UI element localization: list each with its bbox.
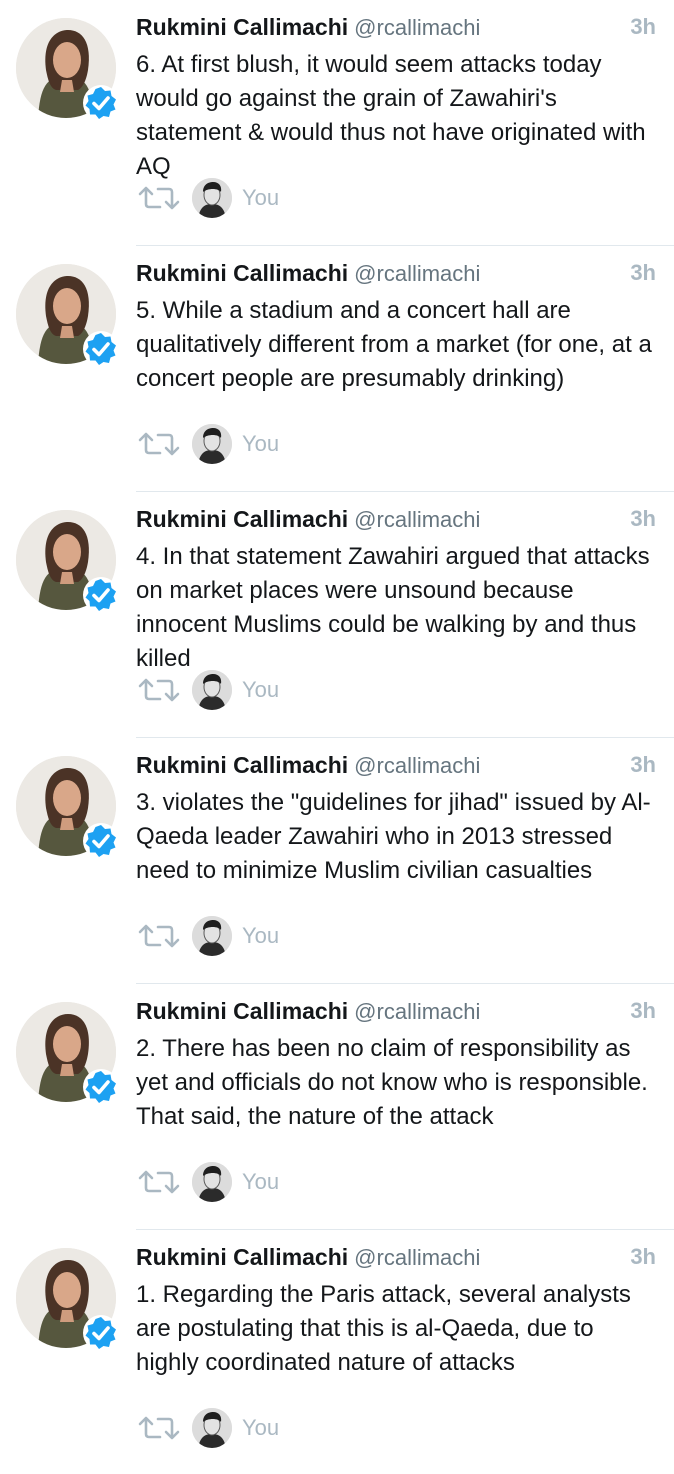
verified-badge-icon	[82, 1314, 120, 1352]
tweet-timestamp[interactable]: 3h	[630, 1244, 656, 1270]
author-handle[interactable]: @rcallimachi	[354, 753, 480, 778]
tweet-text: 5. While a stadium and a concert hall ar…	[136, 297, 652, 392]
tweet-header: Rukmini Callimachi @rcallimachi 3h	[136, 1244, 658, 1278]
tweet[interactable]: Rukmini Callimachi @rcallimachi 3h 3. vio…	[0, 738, 674, 984]
author-name[interactable]: Rukmini Callimachi	[136, 260, 348, 286]
tweet-actions: You	[136, 178, 436, 218]
author-handle[interactable]: @rcallimachi	[354, 999, 480, 1024]
tweet-actions: You	[136, 1408, 436, 1448]
tweet-timestamp[interactable]: 3h	[630, 998, 656, 1024]
author-handle[interactable]: @rcallimachi	[354, 507, 480, 532]
liker-avatar[interactable]	[192, 178, 232, 218]
tweet-timestamp[interactable]: 3h	[630, 752, 656, 778]
tweet-text: 6. At first blush, it would seem attacks…	[136, 51, 646, 180]
author-handle[interactable]: @rcallimachi	[354, 1245, 480, 1270]
verified-badge-icon	[82, 576, 120, 614]
liked-by-label[interactable]: You	[242, 923, 279, 949]
retweet-icon[interactable]	[136, 430, 182, 458]
tweet-text: 2. There has been no claim of responsibi…	[136, 1035, 648, 1130]
liked-by-label[interactable]: You	[242, 1415, 279, 1441]
tweet-header: Rukmini Callimachi @rcallimachi 3h	[136, 506, 658, 540]
tweet[interactable]: Rukmini Callimachi @rcallimachi 3h 4. In …	[0, 492, 674, 738]
verified-badge-icon	[82, 84, 120, 122]
author-name[interactable]: Rukmini Callimachi	[136, 14, 348, 40]
tweet-text: 3. violates the "guidelines for jihad" i…	[136, 789, 651, 884]
tweet-actions: You	[136, 1162, 436, 1202]
tweet[interactable]: Rukmini Callimachi @rcallimachi 3h 2. The…	[0, 984, 674, 1230]
liker-avatar[interactable]	[192, 424, 232, 464]
tweet-header: Rukmini Callimachi @rcallimachi 3h	[136, 998, 658, 1032]
verified-badge-icon	[82, 1068, 120, 1106]
author-handle[interactable]: @rcallimachi	[354, 261, 480, 286]
verified-badge-icon	[82, 330, 120, 368]
liked-by-label[interactable]: You	[242, 185, 279, 211]
retweet-icon[interactable]	[136, 676, 182, 704]
tweet-timestamp[interactable]: 3h	[630, 506, 656, 532]
liker-avatar[interactable]	[192, 1162, 232, 1202]
liker-avatar[interactable]	[192, 670, 232, 710]
verified-badge-icon	[82, 822, 120, 860]
author-name[interactable]: Rukmini Callimachi	[136, 998, 348, 1024]
tweet[interactable]: Rukmini Callimachi @rcallimachi 3h 1. Reg…	[0, 1230, 674, 1474]
tweet-timeline: Rukmini Callimachi @rcallimachi 3h 6. At …	[0, 0, 674, 1474]
tweet-header: Rukmini Callimachi @rcallimachi 3h	[136, 14, 658, 48]
tweet-header: Rukmini Callimachi @rcallimachi 3h	[136, 260, 658, 294]
tweet-timestamp[interactable]: 3h	[630, 260, 656, 286]
tweet-header: Rukmini Callimachi @rcallimachi 3h	[136, 752, 658, 786]
tweet-text: 1. Regarding the Paris attack, several a…	[136, 1281, 631, 1376]
liker-avatar[interactable]	[192, 1408, 232, 1448]
author-handle[interactable]: @rcallimachi	[354, 15, 480, 40]
tweet-actions: You	[136, 916, 436, 956]
author-name[interactable]: Rukmini Callimachi	[136, 506, 348, 532]
author-name[interactable]: Rukmini Callimachi	[136, 1244, 348, 1270]
liked-by-label[interactable]: You	[242, 1169, 279, 1195]
tweet-actions: You	[136, 670, 436, 710]
liked-by-label[interactable]: You	[242, 677, 279, 703]
liker-avatar[interactable]	[192, 916, 232, 956]
tweet[interactable]: Rukmini Callimachi @rcallimachi 3h 6. At …	[0, 0, 674, 246]
tweet-timestamp[interactable]: 3h	[630, 14, 656, 40]
author-name[interactable]: Rukmini Callimachi	[136, 752, 348, 778]
tweet-text: 4. In that statement Zawahiri argued tha…	[136, 543, 650, 672]
liked-by-label[interactable]: You	[242, 431, 279, 457]
retweet-icon[interactable]	[136, 184, 182, 212]
retweet-icon[interactable]	[136, 922, 182, 950]
tweet-actions: You	[136, 424, 436, 464]
retweet-icon[interactable]	[136, 1168, 182, 1196]
tweet[interactable]: Rukmini Callimachi @rcallimachi 3h 5. Whi…	[0, 246, 674, 492]
retweet-icon[interactable]	[136, 1414, 182, 1442]
